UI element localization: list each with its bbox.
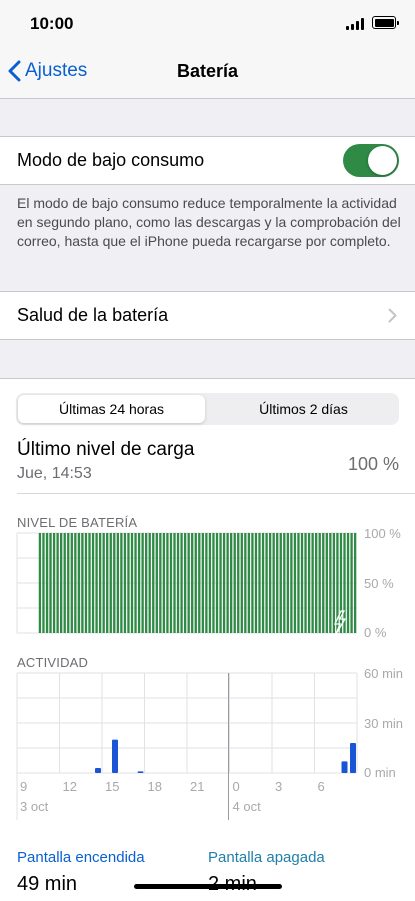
low-power-row: Modo de bajo consumo — [0, 136, 415, 185]
toggle-knob — [368, 146, 397, 175]
low-power-label: Modo de bajo consumo — [17, 150, 205, 170]
battery-icon — [372, 16, 399, 29]
home-indicator — [134, 884, 282, 889]
screen-on-value: 49 min — [17, 873, 78, 895]
page-title: Batería — [176, 61, 239, 81]
status-time: 10:00 — [30, 14, 74, 33]
last-charge-value: 100 % — [347, 454, 399, 474]
segment-2d[interactable]: Últimos 2 días — [210, 395, 397, 423]
low-power-toggle[interactable] — [343, 144, 399, 177]
segment-24h[interactable]: Últimas 24 horas — [18, 395, 205, 423]
low-power-footnote: El modo de bajo consumo reduce temporalm… — [17, 195, 401, 249]
status-bar: 10:00 — [0, 0, 415, 48]
time-range-segmented-control: Últimas 24 horas Últimos 2 días — [16, 393, 399, 425]
usage-panel: Últimas 24 horas Últimos 2 días Último n… — [0, 378, 415, 901]
divider — [17, 493, 415, 494]
screen-on-label: Pantalla encendida — [17, 849, 145, 866]
last-charge-date: Jue, 14:53 — [17, 465, 92, 482]
battery-health-row[interactable]: Salud de la batería — [0, 291, 415, 340]
last-charge-title: Último nivel de carga — [17, 439, 195, 460]
chevron-right-icon — [388, 308, 397, 323]
signal-icon — [346, 18, 366, 30]
battery-level-label: NIVEL DE BATERÍA — [17, 515, 138, 530]
screen-off-label: Pantalla apagada — [208, 849, 325, 866]
activity-label: ACTIVIDAD — [17, 655, 89, 670]
navigation-bar: Ajustes Batería — [0, 48, 415, 99]
battery-health-label: Salud de la batería — [17, 305, 169, 325]
